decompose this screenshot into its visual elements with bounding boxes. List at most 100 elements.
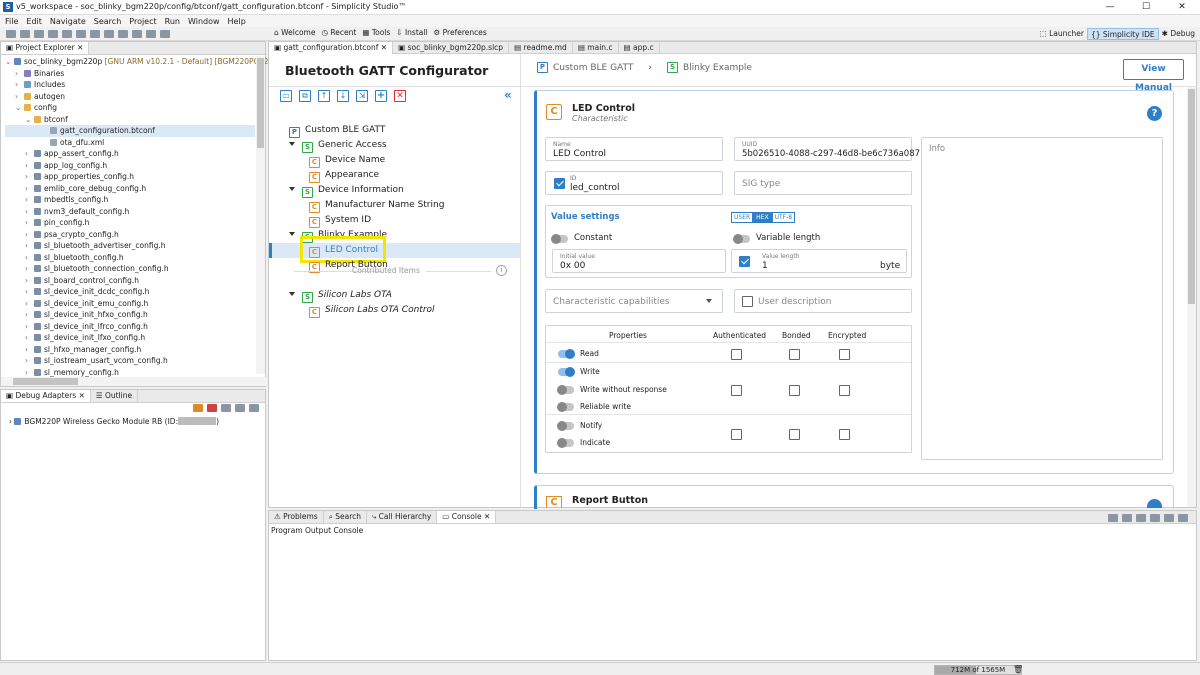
chevron-icon[interactable]: ⌄ xyxy=(25,114,34,126)
menu-search[interactable]: Search xyxy=(94,17,121,26)
project-tree-item[interactable]: › sl_bluetooth_connection_config.h xyxy=(5,263,255,275)
minimize-icon[interactable]: — xyxy=(1092,0,1128,15)
project-tree-item[interactable]: › pin_config.h xyxy=(5,217,255,229)
move-up-icon[interactable]: ↑ xyxy=(318,90,330,102)
project-tree-item[interactable]: › sl_device_init_hfxo_config.h xyxy=(5,309,255,321)
project-explorer-tab[interactable]: ▣ Project Explorer ✕ xyxy=(1,42,90,54)
project-tree-item[interactable]: ⌄ btconf xyxy=(5,114,255,126)
project-tree-item[interactable]: › app_properties_config.h xyxy=(5,171,255,183)
read-bonded-checkbox[interactable] xyxy=(789,349,800,360)
menu-navigate[interactable]: Navigate xyxy=(50,17,86,26)
gatt-tree-item[interactable]: P Custom BLE GATT xyxy=(289,123,385,138)
project-tree-item[interactable]: › sl_bluetooth_advertiser_config.h xyxy=(5,240,255,252)
debug-icon[interactable] xyxy=(76,30,86,38)
new-console-icon[interactable] xyxy=(1164,514,1174,522)
menu-run[interactable]: Run xyxy=(165,17,180,26)
scrollbar-thumb[interactable] xyxy=(257,58,264,148)
project-tree-item[interactable]: ⌄ soc_blinky_bgm220p [GNU ARM v10.2.1 - D… xyxy=(5,56,285,68)
project-tree-item[interactable]: › psa_crypto_config.h xyxy=(5,229,255,241)
write-bonded-checkbox[interactable] xyxy=(789,385,800,396)
gatt-tree-item[interactable]: C Manufacturer Name String xyxy=(309,198,444,213)
pin-console-icon[interactable] xyxy=(1136,514,1146,522)
save-icon[interactable] xyxy=(34,30,44,38)
project-tree-item[interactable]: › Binaries xyxy=(5,68,255,80)
welcome-link[interactable]: ⌂ Welcome xyxy=(274,28,315,37)
chevron-icon[interactable]: › xyxy=(15,79,24,91)
editor-scrollbar-thumb[interactable] xyxy=(1188,89,1195,304)
read-toggle[interactable] xyxy=(558,349,575,359)
caret-down-icon[interactable] xyxy=(289,292,295,296)
project-tree-item[interactable]: gatt_configuration.btconf xyxy=(5,125,255,137)
read-authenticated-checkbox[interactable] xyxy=(731,349,742,360)
menu-file[interactable]: File xyxy=(5,17,18,26)
back-icon[interactable] xyxy=(132,30,142,38)
project-tree-item[interactable]: › emlib_core_debug_config.h xyxy=(5,183,255,195)
project-tree-item[interactable]: › sl_iostream_usart_vcom_config.h xyxy=(5,355,255,367)
name-field[interactable]: Name LED Control xyxy=(545,137,723,161)
new-icon[interactable] xyxy=(6,30,16,38)
add-service-icon[interactable]: ▭ xyxy=(280,90,292,102)
tools-link[interactable]: ▦ Tools xyxy=(362,28,390,37)
minimize-panel-icon[interactable] xyxy=(1178,514,1188,522)
forward-icon[interactable] xyxy=(146,30,156,38)
collapse-panel-icon[interactable]: « xyxy=(504,88,512,102)
project-explorer-hscrollbar[interactable] xyxy=(1,377,266,386)
console-tab[interactable]: ▭ Console ✕ xyxy=(437,511,497,523)
view-manual-button[interactable]: View Manual xyxy=(1123,59,1184,93)
chevron-icon[interactable]: › xyxy=(15,91,24,103)
project-tree-item[interactable]: › mbedtls_config.h xyxy=(5,194,255,206)
project-tree-item[interactable]: ota_dfu.xml xyxy=(5,137,255,149)
menu-help[interactable]: Help xyxy=(228,17,246,26)
perspective-simplicity-ide[interactable]: {} Simplicity IDE xyxy=(1086,28,1159,40)
value-length-field[interactable]: Value length 1 byte xyxy=(731,249,907,273)
editor-tab-readme[interactable]: ▤ readme.md xyxy=(509,41,573,54)
value-length-checkbox[interactable] xyxy=(739,256,750,267)
chevron-icon[interactable]: › xyxy=(25,263,34,275)
run-icon[interactable] xyxy=(90,30,100,38)
search-tab[interactable]: ⌕ Search xyxy=(324,511,368,523)
write-authenticated-checkbox[interactable] xyxy=(731,385,742,396)
breadcrumb-item[interactable]: Blinky Example xyxy=(683,63,752,73)
gc-icon[interactable]: 🗑 xyxy=(1013,665,1023,674)
chevron-icon[interactable]: › xyxy=(25,344,34,356)
maximize-icon[interactable]: ☐ xyxy=(1128,0,1164,15)
chevron-icon[interactable]: › xyxy=(25,321,34,333)
read-encrypted-checkbox[interactable] xyxy=(839,349,850,360)
close-icon[interactable]: ✕ xyxy=(1164,0,1200,15)
debug-adapter-item[interactable]: › BGM220P Wireless Gecko Module RB (ID:) xyxy=(9,417,219,426)
reliable-write-toggle[interactable] xyxy=(557,402,574,412)
variable-length-toggle[interactable] xyxy=(733,234,750,244)
perspective-debug[interactable]: ✱ Debug xyxy=(1159,28,1198,40)
chevron-icon[interactable]: › xyxy=(25,355,34,367)
menu-window[interactable]: Window xyxy=(188,17,220,26)
connect-icon[interactable] xyxy=(193,404,203,412)
chevron-icon[interactable]: › xyxy=(25,332,34,344)
chevron-icon[interactable]: › xyxy=(25,194,34,206)
chevron-icon[interactable]: › xyxy=(25,309,34,321)
chevron-icon[interactable]: › xyxy=(25,183,34,195)
external-tools-icon[interactable] xyxy=(104,30,114,38)
nav-icon[interactable] xyxy=(160,30,170,38)
gatt-tree-item[interactable]: C Appearance xyxy=(309,168,379,183)
filter-icon[interactable] xyxy=(249,404,259,412)
chevron-icon[interactable]: ⌄ xyxy=(15,102,24,114)
chevron-icon[interactable]: › xyxy=(25,252,34,264)
id-checkbox[interactable] xyxy=(554,178,565,189)
chevron-icon[interactable]: › xyxy=(25,298,34,310)
clear-console-icon[interactable] xyxy=(1108,514,1118,522)
project-tree-item[interactable]: › app_log_config.h xyxy=(5,160,255,172)
caret-down-icon[interactable] xyxy=(289,142,295,146)
editor-scrollbar[interactable] xyxy=(1187,87,1196,507)
save-all-icon[interactable] xyxy=(48,30,58,38)
menu-project[interactable]: Project xyxy=(129,17,156,26)
initial-value-field[interactable]: Initial value 0x 00 xyxy=(552,249,726,273)
editor-tab-gatt-configuration[interactable]: ▣ gatt_configuration.btconf ✕ xyxy=(269,41,394,54)
chevron-icon[interactable]: › xyxy=(25,240,34,252)
configure-icon[interactable] xyxy=(235,404,245,412)
write-toggle[interactable] xyxy=(558,367,575,377)
gatt-tree-item[interactable]: S Device Information xyxy=(289,183,404,198)
project-tree-item[interactable]: › sl_device_init_emu_config.h xyxy=(5,298,255,310)
delete-icon[interactable]: ✕ xyxy=(394,90,406,102)
project-tree-item[interactable]: ⌄ config xyxy=(5,102,255,114)
help-icon[interactable]: ? xyxy=(1147,106,1162,121)
